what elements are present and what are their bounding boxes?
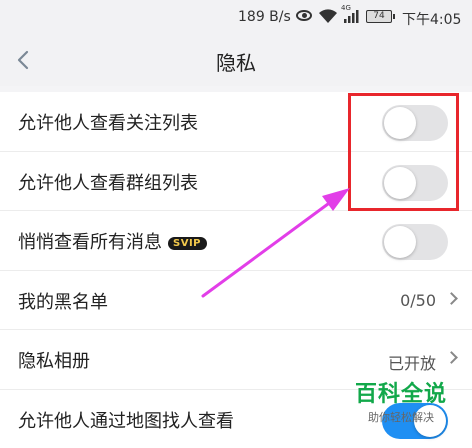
signal-icon <box>344 10 359 23</box>
setting-label: 隐私相册 <box>18 351 90 372</box>
setting-row-blacklist[interactable]: 我的黑名单 0/50 <box>0 271 472 330</box>
secret-view-toggle[interactable] <box>382 224 448 260</box>
status-bar: 189 B/s 4G 74 下午4:05 <box>0 0 472 34</box>
watermark-logo: 百科全说 助你轻松解决 <box>336 376 466 425</box>
wifi-icon <box>319 9 337 23</box>
watermark-sub: 助你轻松解决 <box>368 411 434 424</box>
watermark-main: 百科全说 <box>354 382 447 407</box>
setting-label-text: 悄悄查看所有消息 <box>18 232 162 253</box>
nav-bar: 隐私 <box>0 34 472 86</box>
setting-label: 我的黑名单 <box>18 291 108 313</box>
network-speed: 189 B/s <box>238 9 291 25</box>
battery-icon: 74 <box>366 10 395 23</box>
setting-label: 允许他人查看群组列表 <box>18 172 198 194</box>
page-title: 隐私 <box>216 51 256 75</box>
album-status: 已开放 <box>387 354 436 373</box>
highlight-box <box>348 93 459 211</box>
eye-icon <box>296 10 312 21</box>
setting-label: 悄悄查看所有消息 SVIP <box>18 228 207 254</box>
svip-badge: SVIP <box>168 237 207 250</box>
setting-row-secret-view[interactable]: 悄悄查看所有消息 SVIP <box>0 211 472 271</box>
blacklist-count: 0/50 <box>400 290 436 310</box>
setting-label: 允许他人查看关注列表 <box>18 113 198 134</box>
chevron-right-icon <box>445 291 458 305</box>
setting-label: 允许他人通过地图找人查看 <box>18 410 234 432</box>
clock: 下午4:05 <box>402 12 462 28</box>
chevron-right-icon <box>445 351 458 364</box>
toggle-knob <box>384 226 416 258</box>
